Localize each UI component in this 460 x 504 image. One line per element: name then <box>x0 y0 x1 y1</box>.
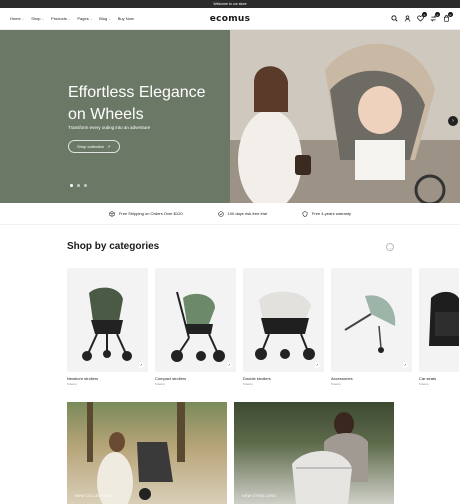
nav-item-blog[interactable]: Blog ⌄ <box>99 16 111 21</box>
nav-label: Shop <box>31 16 41 21</box>
slider-dot[interactable] <box>70 184 73 187</box>
feature-item: 100 days risk-free trial <box>217 210 267 217</box>
button-label: Shop collection <box>77 144 105 149</box>
parasol-illustration <box>344 295 396 353</box>
banner-label: NEW STROLLERS <box>242 494 276 498</box>
arrow-icon: ↗ <box>226 362 232 368</box>
search-icon[interactable] <box>391 15 398 22</box>
categories-title: Shop by categories <box>67 241 160 252</box>
category-image: ↗ <box>67 268 148 372</box>
chevron-down-icon: ⌄ <box>67 16 71 21</box>
cart-icon[interactable]: 0 <box>443 12 453 22</box>
slider-dots <box>70 184 87 187</box>
promo-banner[interactable]: NEW COLLECTION <box>67 402 227 504</box>
wishlist-count: 0 <box>422 12 427 17</box>
nav-label: Pages <box>77 16 89 21</box>
hero-image: › <box>230 30 460 203</box>
nav-label: Products <box>51 16 67 21</box>
banner-illustration <box>292 412 368 504</box>
wishlist-icon[interactable]: 0 <box>417 12 427 22</box>
header-icons: 0 0 0 <box>391 12 453 22</box>
category-name: Car seats <box>419 376 437 381</box>
category-count: 6 items <box>331 382 341 386</box>
chevron-right-icon: › <box>452 118 454 124</box>
chevron-down-icon: ⌄ <box>21 16 25 21</box>
category-card-newborn-strollers[interactable]: ↗ Newborn strollers 6 items <box>67 268 148 386</box>
category-card-car-seats[interactable]: Car seats 6 items <box>419 268 459 386</box>
feature-text: Free Shipping on Orders Over $120 <box>118 211 183 216</box>
shop-collection-button[interactable]: Shop collection ↗ <box>68 140 120 153</box>
arrow-icon: ↗ <box>402 362 408 368</box>
hero-text-panel: Effortless Elegance on Wheels Transform e… <box>0 30 230 203</box>
arrow-up-right-icon: ↗ <box>107 144 111 149</box>
nav-item-products[interactable]: Products ⌄ <box>51 16 70 21</box>
feature-text: 100 days risk-free trial <box>227 211 267 216</box>
feature-strip: Free Shipping on Orders Over $120 100 da… <box>0 203 460 225</box>
hero-title: Effortless Elegance on Wheels <box>68 82 238 126</box>
main-nav: Home ⌄ Shop ⌄ Products ⌄ Pages ⌄ Blog ⌄ Buy N… <box>10 16 134 21</box>
category-name: Accessories <box>331 376 353 381</box>
category-card-double-strollers[interactable]: ↗ Double strollers 6 items <box>243 268 324 386</box>
category-count: 6 items <box>243 382 253 386</box>
promo-banners: NEW COLLECTION NEW STROLLERS <box>67 402 394 504</box>
category-count: 6 items <box>419 382 429 386</box>
hero-title-line2: on Wheels <box>68 106 144 123</box>
hero-title-line1: Effortless Elegance <box>68 84 206 101</box>
category-card-accessories[interactable]: ↗ Accessories 6 items <box>331 268 412 386</box>
nav-item-shop[interactable]: Shop ⌄ <box>31 16 44 21</box>
arrow-icon: ↗ <box>138 362 144 368</box>
chevron-down-icon: ⌄ <box>89 16 93 21</box>
category-image: ↗ <box>155 268 236 372</box>
nav-item-buy-now[interactable]: Buy Now <box>118 16 134 21</box>
category-count: 6 items <box>155 382 165 386</box>
nav-label: Blog <box>99 16 108 21</box>
site-header: Home ⌄ Shop ⌄ Products ⌄ Pages ⌄ Blog ⌄ Buy N… <box>0 8 460 30</box>
category-carousel: ↗ Newborn strollers 6 items ↗ Compact st… <box>67 268 459 386</box>
nav-label: Buy Now <box>117 16 134 21</box>
account-icon[interactable] <box>404 15 411 22</box>
compare-count: 0 <box>435 12 440 17</box>
feature-item: Free Shipping on Orders Over $120 <box>109 210 183 217</box>
category-image <box>419 268 459 372</box>
car-seat-illustration <box>429 291 459 346</box>
hero-photo-illustration <box>230 30 460 203</box>
hero-slider: Effortless Elegance on Wheels Transform e… <box>0 30 460 203</box>
banner-label: NEW COLLECTION <box>75 494 111 498</box>
compare-icon[interactable]: 0 <box>430 12 440 22</box>
chevron-down-icon: ⌄ <box>108 16 111 21</box>
site-logo[interactable]: ecomus <box>210 14 251 24</box>
category-card-compact-strollers[interactable]: ↗ Compact strollers 6 items <box>155 268 236 386</box>
slider-next-button[interactable]: › <box>448 116 458 126</box>
category-image: ↗ <box>243 268 324 372</box>
announcement-text: Welcome to our store <box>213 2 247 6</box>
slider-dot[interactable] <box>77 184 80 187</box>
category-name: Double strollers <box>243 376 271 381</box>
chevron-down-icon: ⌄ <box>41 16 45 21</box>
categories-next-button[interactable]: → <box>386 243 394 251</box>
category-name: Compact strollers <box>155 376 187 381</box>
shield-icon <box>302 210 308 217</box>
check-badge-icon <box>217 210 224 217</box>
arrow-right-icon: → <box>388 244 392 250</box>
stroller-illustration <box>171 291 225 362</box>
slider-dot[interactable] <box>84 184 87 187</box>
feature-text: Free 4-years warranty <box>311 211 352 216</box>
category-name: Newborn strollers <box>67 376 99 381</box>
arrow-icon: ↗ <box>314 362 320 368</box>
announcement-bar: Welcome to our store <box>0 0 460 8</box>
category-count: 6 items <box>67 382 77 386</box>
cart-count: 0 <box>448 12 453 17</box>
nav-item-pages[interactable]: Pages ⌄ <box>77 16 92 21</box>
feature-item: Free 4-years warranty <box>302 210 352 217</box>
box-icon <box>109 210 115 217</box>
banner-illustration <box>87 402 185 504</box>
promo-banner[interactable]: NEW STROLLERS <box>234 402 394 504</box>
hero-subtitle: Transform every outing into an adventure <box>68 125 151 130</box>
nav-label: Home <box>10 16 21 21</box>
category-image: ↗ <box>331 268 412 372</box>
stroller-illustration <box>82 287 132 361</box>
stroller-illustration <box>255 291 315 360</box>
nav-item-home[interactable]: Home ⌄ <box>10 16 24 21</box>
